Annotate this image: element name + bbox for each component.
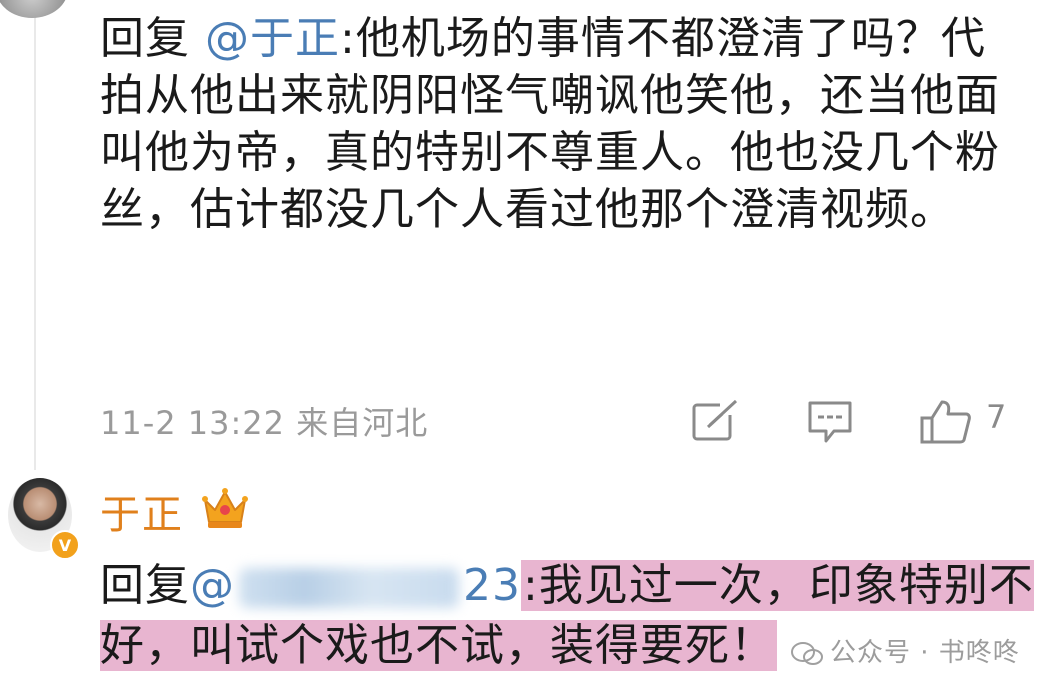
thread-line [34, 0, 36, 470]
vip-badge-icon: V [50, 530, 80, 560]
wechat-icon [790, 641, 824, 667]
like-count: 7 [986, 398, 1007, 436]
mention-link-2[interactable]: @23 [190, 560, 521, 611]
mention-link[interactable]: @于正 [205, 13, 340, 64]
share-icon[interactable] [690, 398, 740, 446]
blurred-username [239, 568, 459, 608]
comment-icon[interactable] [806, 398, 854, 446]
timestamp: 11-2 13:22 [100, 404, 286, 442]
reply-prefix: 回复 [100, 13, 190, 64]
comment-body: 回复 @于正:他机场的事情不都澄清了吗？代拍从他出来就阴阳怪气嘲讽他笑他，还当他… [100, 10, 1030, 238]
like-icon[interactable] [918, 398, 972, 446]
reply-prefix-2: 回复 [100, 560, 190, 611]
watermark-text: 公众号 · 书咚咚 [830, 638, 1020, 668]
crown-icon [200, 486, 250, 534]
avatar-top[interactable] [0, 0, 68, 18]
username[interactable]: 于正 [100, 482, 184, 540]
watermark: 公众号 · 书咚咚 [790, 632, 1020, 669]
comment-meta: 11-2 13:22 来自河北 [100, 398, 428, 444]
location: 来自河北 [296, 404, 429, 442]
